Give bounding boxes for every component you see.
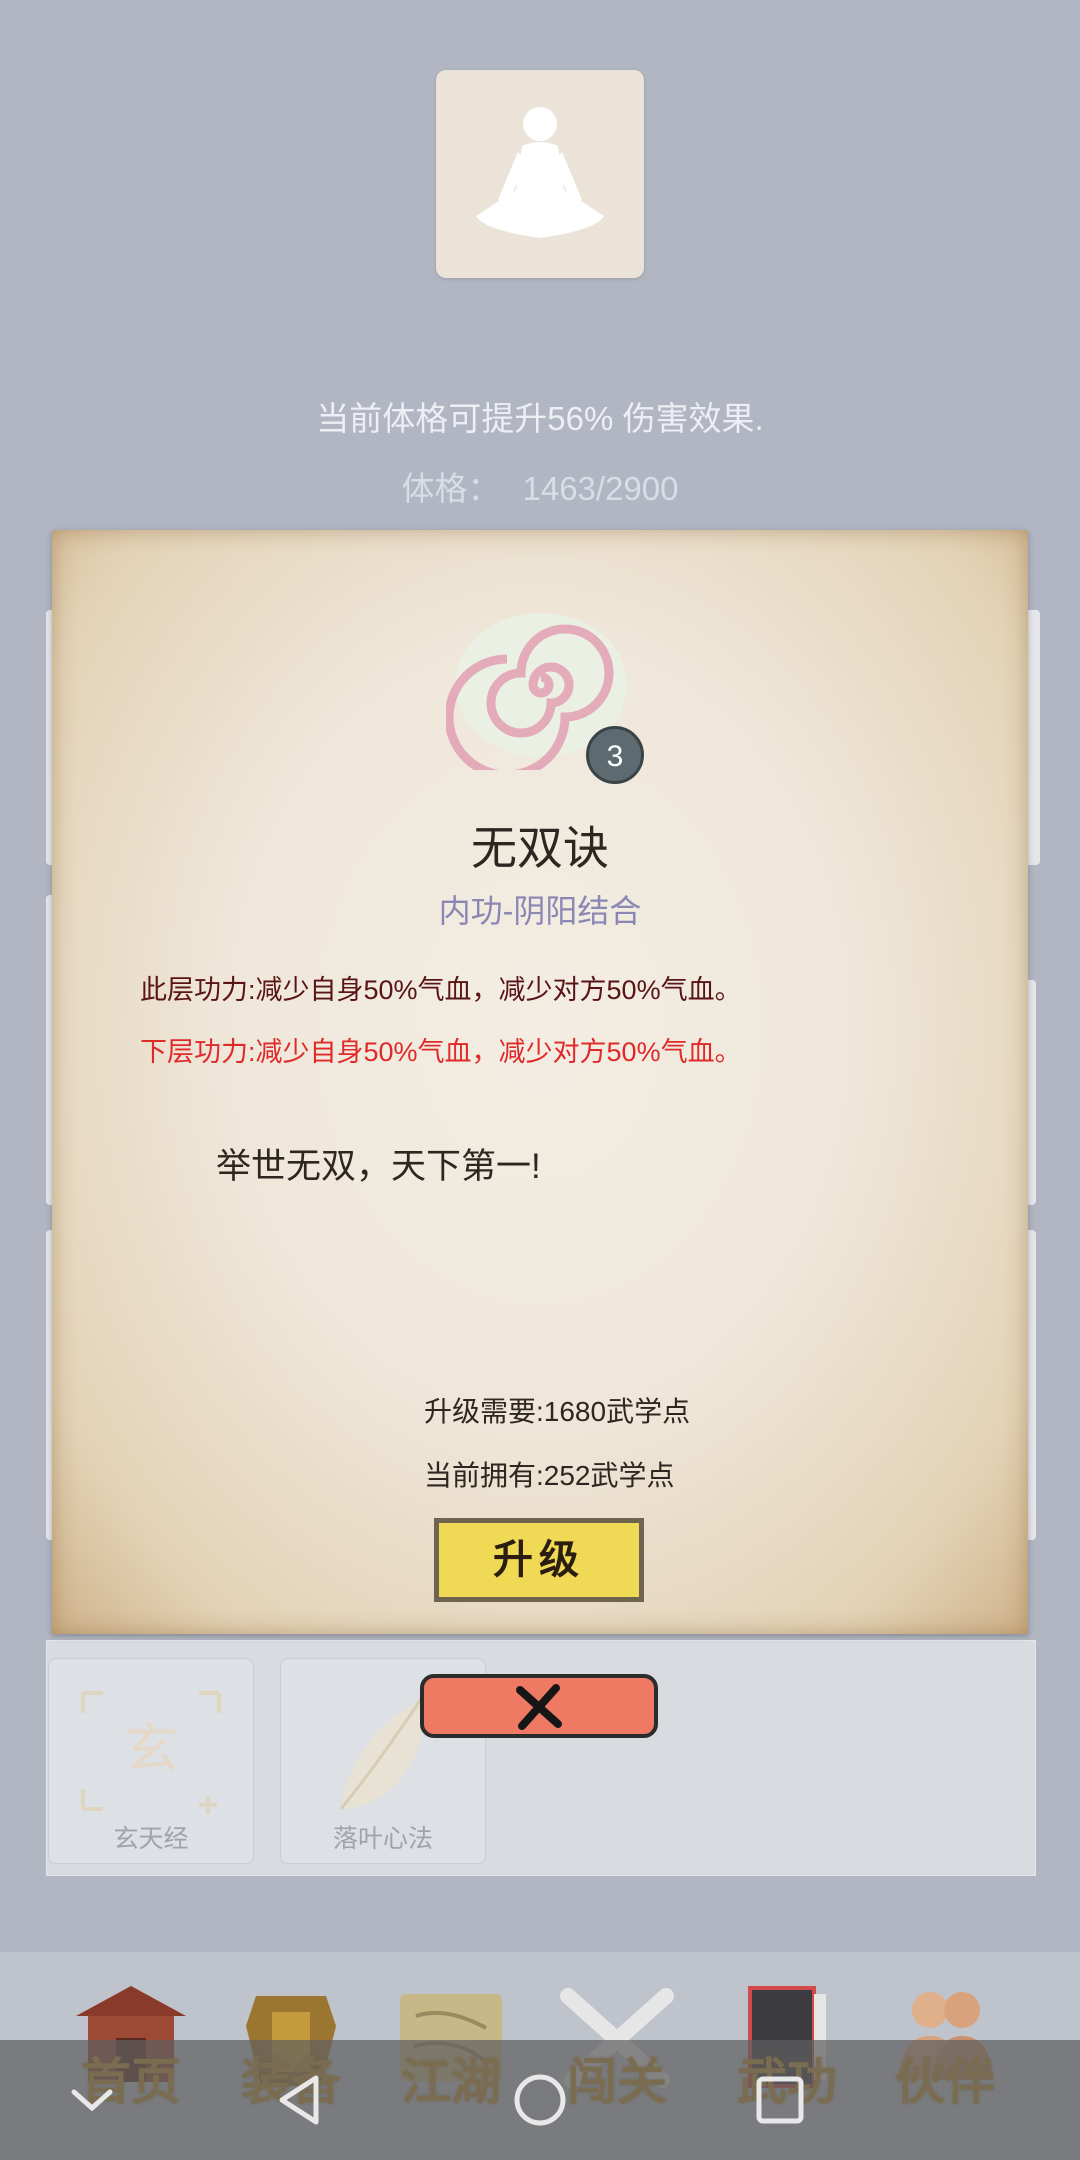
skill-name: 无双诀 xyxy=(471,822,609,874)
upgrade-cost: 升级需要:1680武学点 xyxy=(424,1396,691,1427)
xuantian-scroll-icon: 玄 xyxy=(81,1691,221,1814)
skill-type: 内功-阴阳结合 xyxy=(438,893,642,929)
skill-card-xuantian[interactable]: 玄 玄天经 xyxy=(48,1658,254,1864)
character-portrait[interactable] xyxy=(436,70,644,278)
constitution-stat: 体格： 1463/2900 xyxy=(0,462,1080,510)
close-button[interactable] xyxy=(420,1674,658,1738)
skill-card-label: 玄天经 xyxy=(113,1825,189,1853)
constitution-value: 1463/2900 xyxy=(522,470,679,507)
close-icon xyxy=(516,1684,562,1730)
constitution-boost-text: 当前体格可提升56% 伤害效果. xyxy=(316,400,764,437)
current-level-effect: 此层功力:减少自身50%气血，减少对方50%气血。 xyxy=(140,975,742,1005)
recents-icon[interactable] xyxy=(750,2070,810,2130)
meditating-figure-icon xyxy=(476,107,604,238)
skill-card-label: 落叶心法 xyxy=(332,1825,433,1853)
constitution-label: 体格： xyxy=(401,470,501,507)
svg-text:玄: 玄 xyxy=(124,1717,178,1780)
next-level-effect: 下层功力:减少自身50%气血，减少对方50%气血。 xyxy=(140,1037,742,1067)
home-icon[interactable] xyxy=(510,2070,570,2130)
skill-motto: 举世无双，天下第一! xyxy=(216,1147,541,1186)
current-points: 当前拥有:252武学点 xyxy=(424,1460,675,1491)
back-icon[interactable] xyxy=(270,2070,330,2130)
skill-level-badge: 3 xyxy=(586,726,644,784)
chevron-down-icon[interactable] xyxy=(62,2070,122,2130)
upgrade-button[interactable]: 升级 xyxy=(434,1518,644,1602)
